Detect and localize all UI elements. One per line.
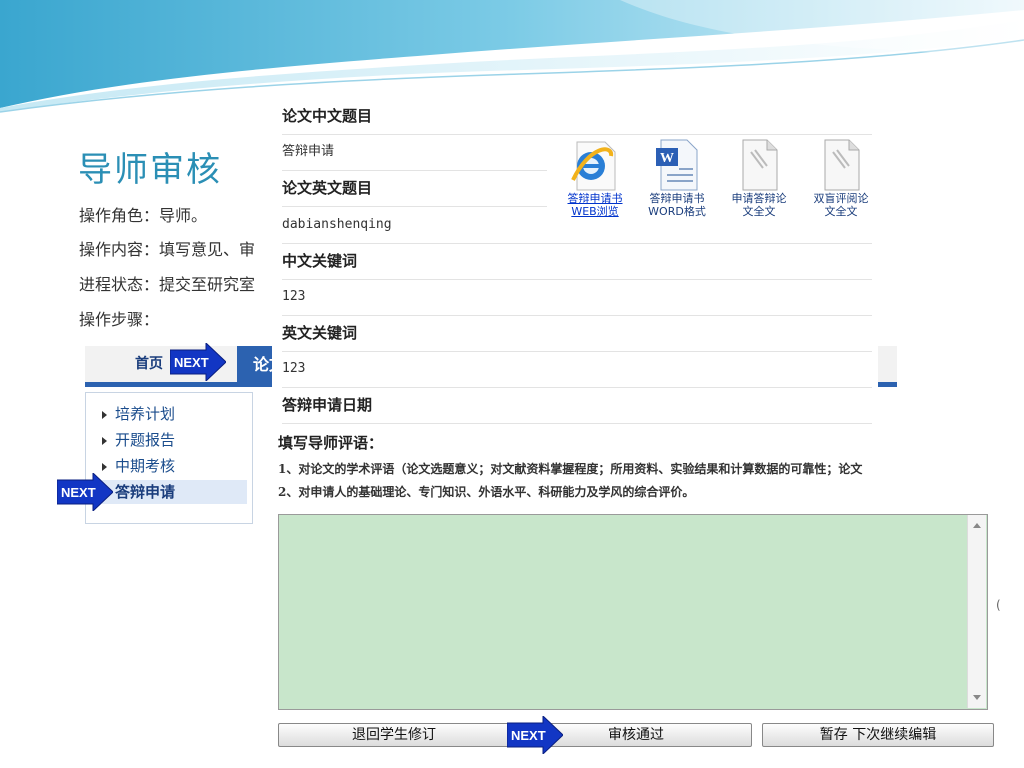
doc-caption: 文全文 [742, 205, 776, 218]
doc-caption: 答辩申请书 [649, 192, 705, 205]
next-arrow-icon: NEXT [507, 716, 563, 754]
doc-blind-review-thesis[interactable]: 双盲评阅论 文全文 [801, 138, 881, 218]
doc-caption: 文全文 [824, 205, 858, 218]
doc-caption: 答辩申请书 [567, 192, 623, 205]
comments-textarea[interactable] [278, 514, 988, 710]
ie-icon [569, 138, 621, 192]
info-steps: 操作步骤： [79, 310, 160, 329]
scroll-up-icon[interactable] [973, 523, 981, 528]
supervisor-comments-section: 填写导师评语： 1、对论文的学术评语（论文选题意义；对文献资料掌握程度；所用资料… [272, 426, 1024, 768]
svg-text:W: W [660, 151, 674, 166]
side-char: ( [996, 598, 1001, 612]
side-menu-label: 培养计划 [115, 405, 176, 423]
doc-caption: WORD格式 [648, 205, 706, 218]
next-arrow-icon: NEXT [57, 473, 113, 511]
thesis-info-panel: 论文中文题目 答辩申请 论文英文题目 dabianshenqing 中文关键词 … [272, 96, 878, 426]
info-status: 进程状态：提交至研究室 [79, 275, 256, 294]
comments-instruction-1: 1、对论文的学术评语（论文选题意义；对文献资料掌握程度；所用资料、实验结果和计算… [278, 462, 863, 476]
label-en-keywords: 英文关键词 [282, 315, 872, 352]
doc-defense-thesis[interactable]: 申请答辩论 文全文 [719, 138, 799, 218]
bullet-icon [102, 436, 107, 445]
doc-caption: 双盲评阅论 [813, 192, 869, 205]
side-menu-item-proposal[interactable]: 开题报告 [102, 428, 247, 452]
slide-title: 导师审核 [78, 150, 222, 190]
side-menu-item-defense-application[interactable]: 答辩申请 [102, 480, 247, 504]
document-links: 答辩申请书 WEB浏览 W 答辩申请书 WORD格式 申请答辩论 文全文 双盲评… [555, 138, 875, 238]
next-label: NEXT [511, 728, 546, 743]
return-to-student-button[interactable]: 退回学生修订 [278, 723, 510, 747]
label-defense-date: 答辩申请日期 [282, 387, 872, 424]
doc-caption: WEB浏览 [571, 205, 619, 218]
side-menu-item-training-plan[interactable]: 培养计划 [102, 402, 247, 426]
scroll-down-icon[interactable] [973, 695, 981, 700]
value-cn-keywords: 123 [282, 279, 872, 316]
document-icon [733, 138, 785, 192]
side-menu-label: 答辩申请 [115, 483, 176, 501]
next-label: NEXT [174, 355, 209, 370]
info-content: 操作内容：填写意见、审 [79, 240, 256, 259]
side-menu-item-midterm[interactable]: 中期考核 [102, 454, 247, 478]
label-thesis-en-title: 论文英文题目 [282, 170, 547, 207]
nav-home-link[interactable]: 首页 [135, 353, 163, 373]
bullet-icon [102, 462, 107, 471]
document-icon [815, 138, 867, 192]
next-arrow-icon: NEXT [170, 343, 226, 381]
doc-caption: 申请答辩论 [731, 192, 787, 205]
value-thesis-cn-title: 答辩申请 [282, 134, 547, 171]
next-label: NEXT [61, 485, 96, 500]
label-cn-keywords: 中文关键词 [282, 243, 872, 280]
bullet-icon [102, 410, 107, 419]
textarea-scrollbar[interactable] [967, 515, 986, 708]
label-thesis-cn-title: 论文中文题目 [282, 98, 872, 135]
save-draft-button[interactable]: 暂存 下次继续编辑 [762, 723, 994, 747]
doc-web-view[interactable]: 答辩申请书 WEB浏览 [555, 138, 635, 218]
info-role: 操作角色：导师。 [79, 206, 208, 225]
value-en-keywords: 123 [282, 351, 872, 388]
comments-instruction-2: 2、对申请人的基础理论、专门知识、外语水平、科研能力及学风的综合评价。 [278, 485, 695, 499]
side-menu-label: 开题报告 [115, 431, 176, 449]
side-menu-label: 中期考核 [115, 457, 176, 475]
comments-title: 填写导师评语： [278, 434, 384, 452]
word-icon: W [651, 138, 703, 192]
doc-word-format[interactable]: W 答辩申请书 WORD格式 [637, 138, 717, 218]
